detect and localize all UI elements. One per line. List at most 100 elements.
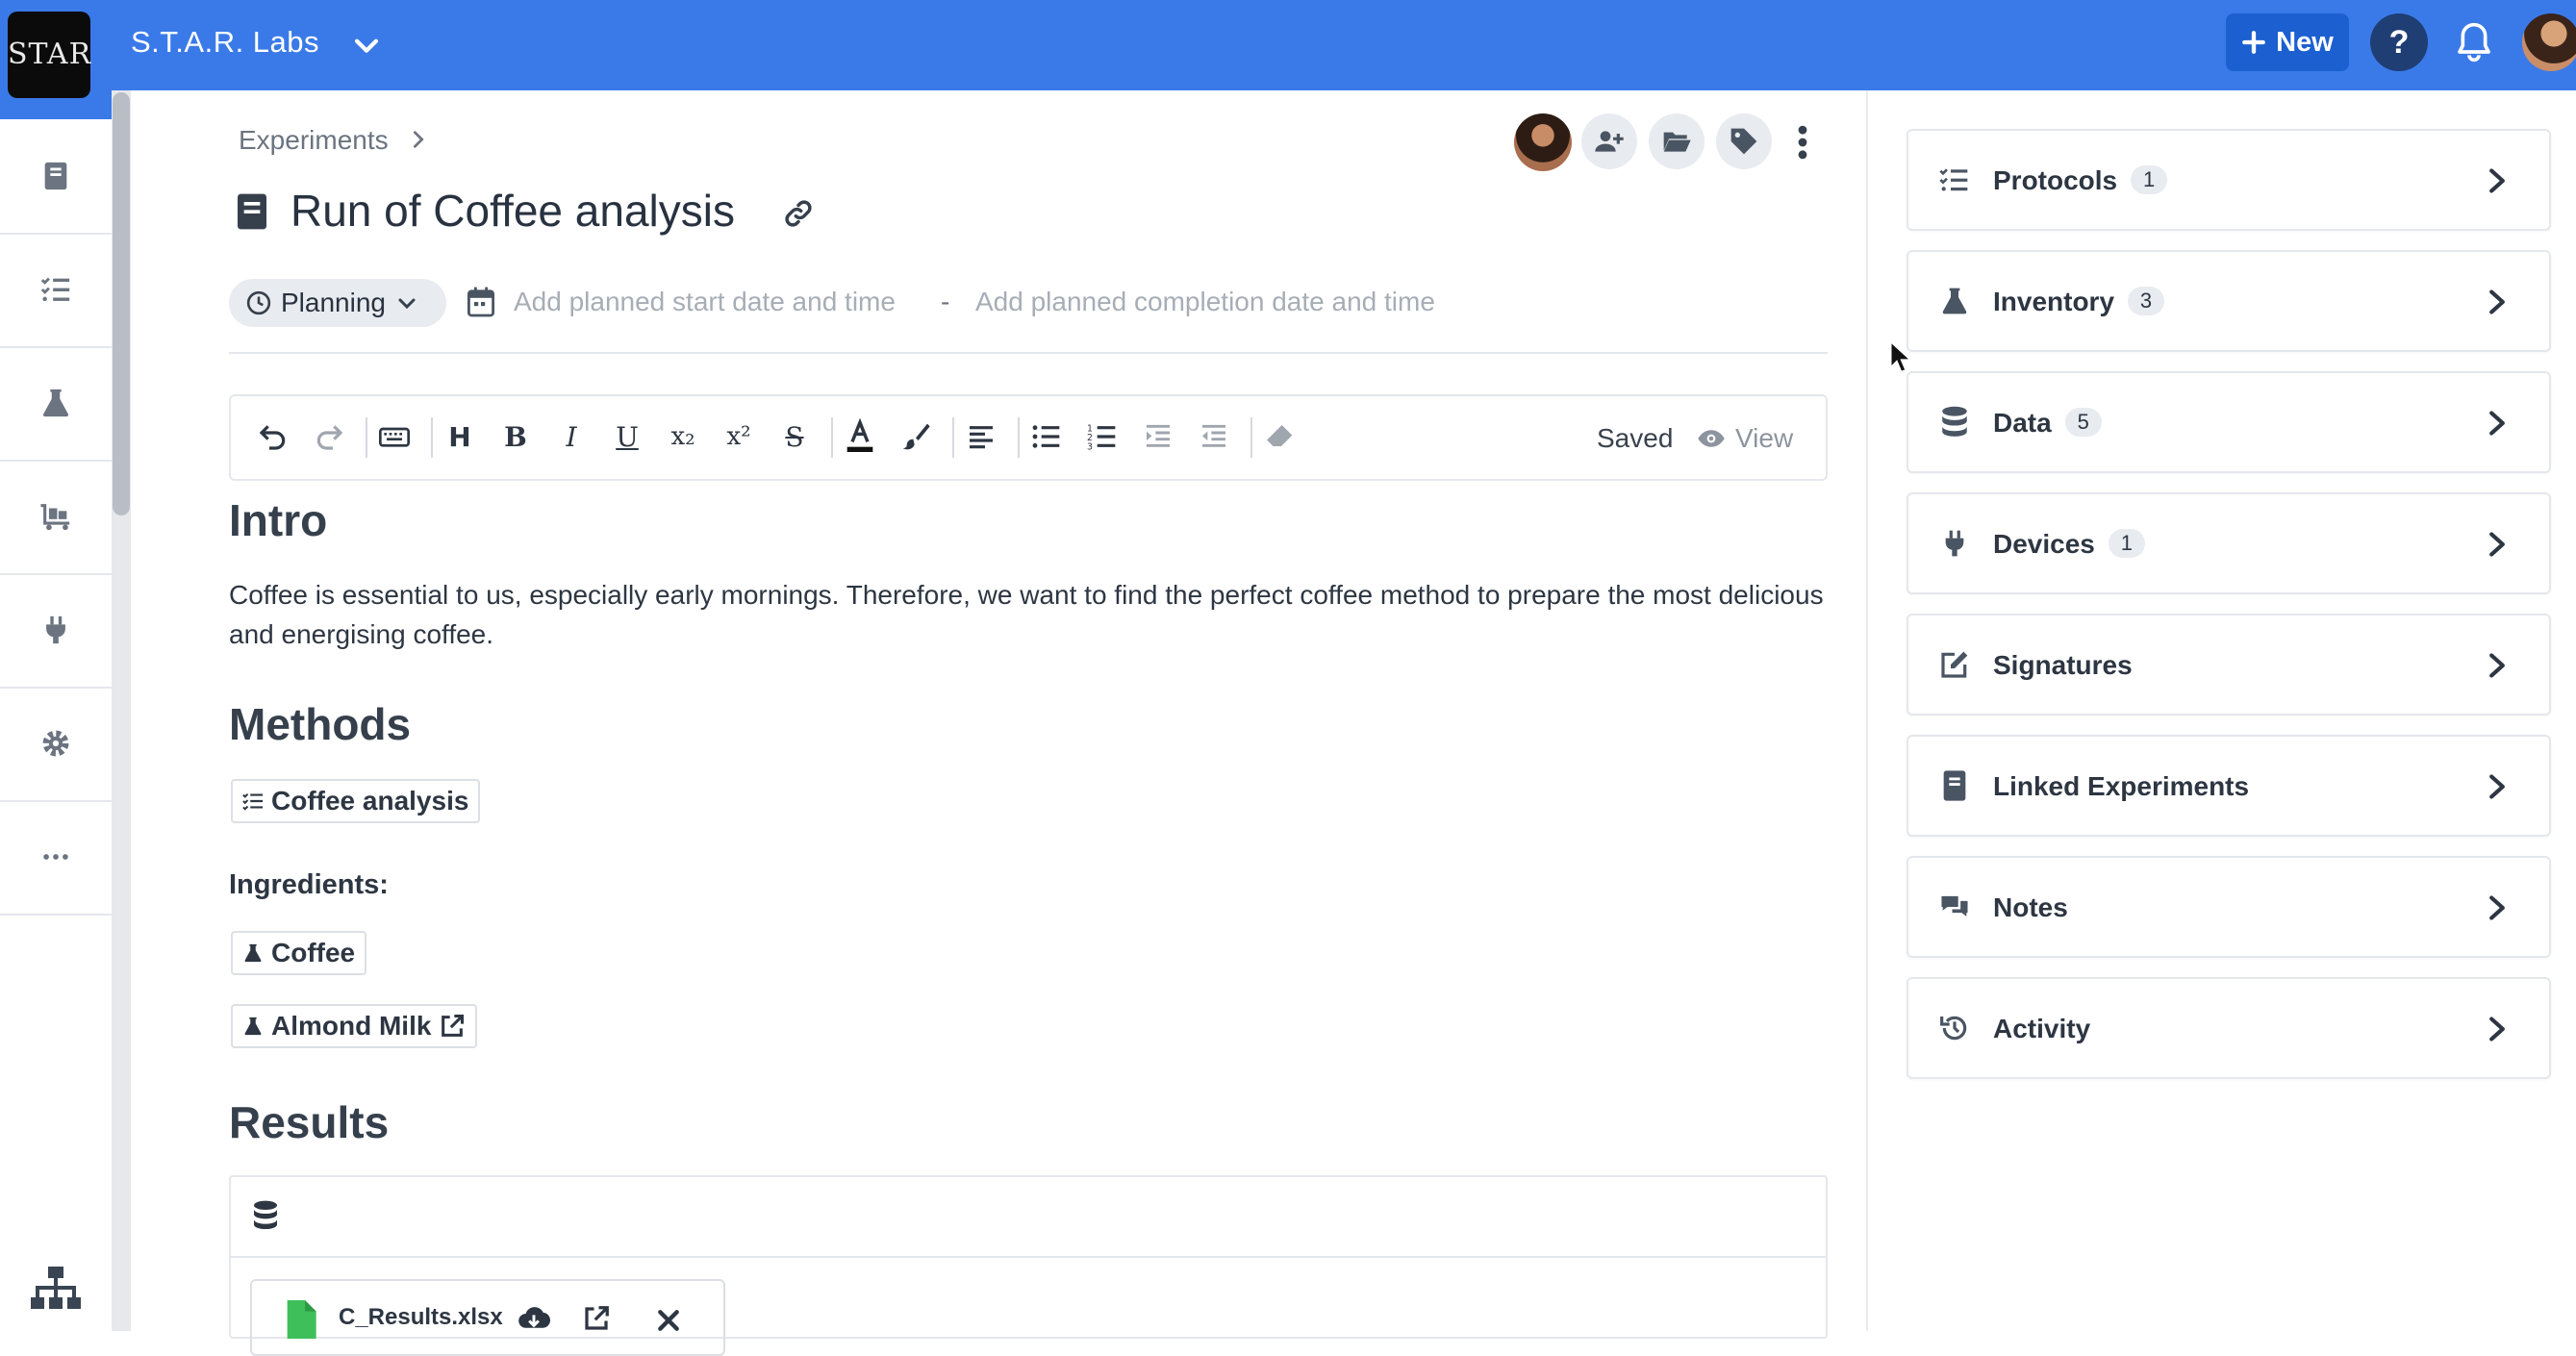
nav-protocols[interactable]	[0, 233, 112, 348]
bell-icon[interactable]	[2455, 21, 2493, 63]
new-button[interactable]: New	[2226, 13, 2349, 71]
strikethrough-button[interactable]: S	[777, 419, 812, 454]
outdent-button[interactable]	[1197, 419, 1231, 454]
panel-divider	[1866, 90, 1868, 1331]
nav-devices[interactable]	[0, 573, 112, 689]
status-dropdown[interactable]: Planning	[229, 279, 446, 327]
add-user-icon	[1595, 131, 1624, 152]
planned-completion-input[interactable]: Add planned completion date and time	[975, 287, 1435, 317]
clear-format-button[interactable]	[1262, 419, 1297, 454]
panel-protocols[interactable]: Protocols 1	[1907, 129, 2551, 231]
align-left-button[interactable]	[964, 419, 998, 454]
nav-settings[interactable]	[0, 687, 112, 802]
kebab-menu-icon[interactable]	[1793, 121, 1812, 163]
database-icon	[254, 1200, 277, 1229]
panel-data[interactable]: Data 5	[1907, 371, 2551, 473]
panel-activity[interactable]: Activity	[1907, 977, 2551, 1079]
notebook-icon	[238, 193, 266, 230]
external-link-icon[interactable]	[439, 1013, 466, 1040]
workspace-name[interactable]: S.T.A.R. Labs	[131, 25, 319, 60]
page-title[interactable]: Run of Coffee analysis	[290, 185, 735, 237]
scrollbar-thumb[interactable]	[113, 92, 130, 515]
user-avatar[interactable]	[2522, 13, 2576, 71]
panel-inventory[interactable]: Inventory 3	[1907, 250, 2551, 352]
breadcrumb-experiments[interactable]: Experiments	[239, 125, 389, 156]
inventory-chip[interactable]: Almond Milk	[231, 1004, 478, 1048]
cloud-download-icon[interactable]	[518, 1304, 550, 1333]
undo-icon	[259, 425, 286, 450]
link-icon[interactable]	[783, 198, 814, 229]
tag-button[interactable]	[1716, 113, 1772, 169]
add-user-button[interactable]	[1581, 113, 1637, 169]
left-nav	[0, 119, 112, 1331]
database-icon	[1942, 406, 1967, 437]
file-name[interactable]: C_Results.xlsx	[339, 1304, 503, 1331]
superscript-button[interactable]: x²	[721, 419, 756, 454]
panel-linked-experiments[interactable]: Linked Experiments	[1907, 735, 2551, 837]
chevron-right-icon	[2489, 532, 2505, 557]
list-check-icon	[1939, 168, 1968, 191]
folder-button[interactable]	[1649, 113, 1705, 169]
align-left-icon	[970, 426, 993, 449]
intro-paragraph[interactable]: Coffee is essential to us, especially ea…	[229, 575, 1826, 654]
planned-start-input[interactable]: Add planned start date and time	[514, 287, 896, 317]
flask-icon	[1942, 288, 1967, 314]
panel-signatures[interactable]: Signatures	[1907, 614, 2551, 716]
redo-icon	[316, 425, 343, 450]
subscript-button[interactable]: x₂	[666, 419, 700, 454]
assignee-avatar[interactable]	[1514, 113, 1572, 171]
list-check-icon	[242, 792, 264, 811]
panel-notes[interactable]: Notes	[1907, 856, 2551, 958]
methods-heading: Methods	[229, 699, 412, 749]
saved-status: Saved	[1597, 423, 1674, 453]
plug-icon	[46, 615, 65, 644]
history-icon	[1940, 1016, 1967, 1041]
close-icon[interactable]	[656, 1308, 681, 1333]
nav-equipment[interactable]	[0, 460, 112, 575]
help-button[interactable]: ?	[2370, 13, 2428, 71]
heading-button[interactable]: H	[442, 419, 477, 454]
undo-button[interactable]	[256, 419, 290, 454]
signature-icon	[1941, 651, 1968, 678]
panel-label: Inventory 3	[1993, 287, 2165, 317]
bold-button[interactable]: B	[498, 419, 533, 454]
highlight-button[interactable]	[898, 419, 933, 454]
count-badge: 1	[2131, 165, 2168, 194]
notebook-icon	[44, 162, 67, 190]
app-logo[interactable]: STAR	[8, 12, 90, 98]
tag-icon	[1730, 128, 1757, 155]
more-icon	[43, 854, 68, 860]
bullet-list-button[interactable]	[1029, 419, 1064, 454]
view-button[interactable]: View	[1697, 423, 1793, 454]
text-color-button[interactable]	[843, 415, 877, 458]
gear-icon	[42, 730, 69, 757]
flask-icon	[42, 389, 69, 417]
italic-button[interactable]: I	[554, 419, 589, 454]
calendar-icon[interactable]	[467, 287, 494, 317]
nav-more[interactable]	[0, 800, 112, 916]
chevron-right-icon	[2489, 1017, 2505, 1042]
status-label: Planning	[281, 288, 386, 317]
keyboard-button[interactable]	[377, 419, 412, 454]
mouse-cursor-icon	[1889, 340, 1910, 373]
clock-icon	[246, 290, 271, 315]
inventory-chip[interactable]: Coffee	[231, 931, 367, 975]
date-separator: -	[941, 287, 950, 316]
indent-button[interactable]	[1141, 419, 1175, 454]
numbered-list-button[interactable]: 123	[1085, 419, 1120, 454]
protocol-chip[interactable]: Coffee analysis	[231, 779, 481, 823]
toolbar-separator	[1018, 417, 1020, 458]
redo-button[interactable]	[312, 419, 346, 454]
external-link-icon[interactable]	[581, 1304, 612, 1333]
eraser-icon	[1266, 425, 1293, 448]
panel-devices[interactable]: Devices 1	[1907, 492, 2551, 594]
nav-inventory[interactable]	[0, 346, 112, 462]
nav-hierarchy[interactable]	[0, 1244, 112, 1331]
flask-icon	[244, 1017, 262, 1036]
excel-file-icon	[287, 1300, 316, 1339]
keyboard-icon	[379, 427, 410, 447]
panel-label: Notes	[1993, 892, 2068, 922]
chevron-down-icon[interactable]	[350, 29, 383, 62]
nav-notebook[interactable]	[0, 119, 112, 235]
underline-button[interactable]: U	[610, 419, 644, 454]
